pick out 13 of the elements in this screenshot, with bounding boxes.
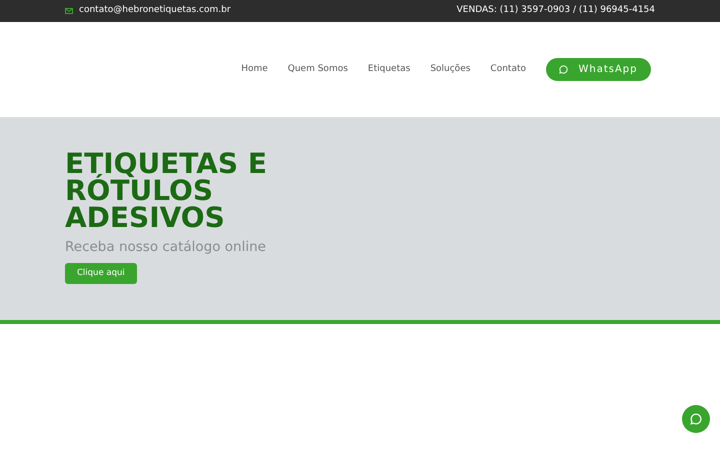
whatsapp-icon xyxy=(559,65,568,74)
envelope-icon xyxy=(65,8,73,14)
nav-link[interactable]: Home xyxy=(241,62,268,76)
whatsapp-float-button[interactable] xyxy=(682,405,710,433)
nav-link[interactable]: Contato xyxy=(490,62,526,76)
hero-subtitle: Receba nosso catálogo online xyxy=(65,238,267,257)
email-address[interactable]: contato@hebronetiquetas.com.br xyxy=(79,4,231,18)
nav-link[interactable]: Etiquetas xyxy=(368,62,410,76)
nav-link[interactable]: Soluções xyxy=(430,62,470,76)
sales-phones: VENDAS: (11) 3597-0903 / (11) 96945-4154 xyxy=(456,4,655,18)
hero-title: ETIQUETAS E RÓTULOS ADESIVOS xyxy=(65,150,268,231)
nav-link[interactable]: Quem Somos xyxy=(288,62,348,76)
whatsapp-icon xyxy=(690,413,702,425)
